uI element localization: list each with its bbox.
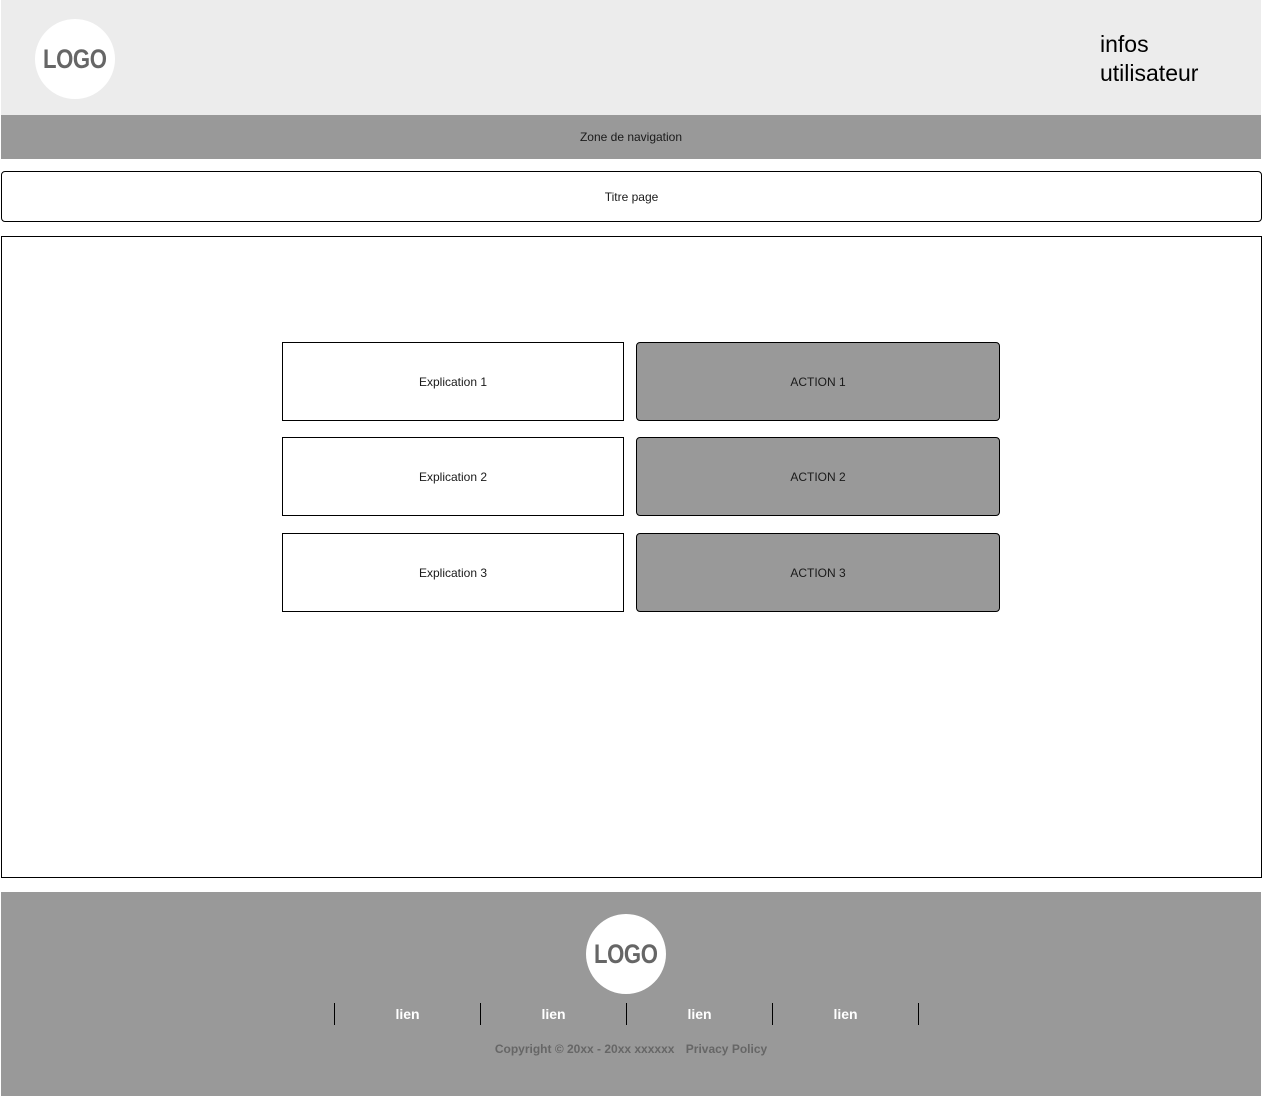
explanation-box-3: Explication 3 bbox=[282, 533, 624, 612]
page-title-box: Titre page bbox=[1, 171, 1262, 222]
navigation-label: Zone de navigation bbox=[579, 130, 683, 144]
user-info[interactable]: infos utilisateur bbox=[1100, 30, 1250, 88]
explanation-label: Explication 2 bbox=[418, 469, 488, 484]
link-separator bbox=[918, 1003, 919, 1025]
explanation-label: Explication 3 bbox=[418, 565, 488, 580]
main-content: Explication 1 ACTION 1 Explication 2 ACT… bbox=[1, 236, 1262, 878]
footer-logo-text: LOGO bbox=[594, 938, 658, 969]
footer-links: lien lien lien lien bbox=[334, 1003, 919, 1025]
header: LOGO infos utilisateur bbox=[1, 0, 1261, 115]
action-label: ACTION 1 bbox=[790, 374, 846, 389]
page-title: Titre page bbox=[604, 189, 659, 204]
explanation-box-2: Explication 2 bbox=[282, 437, 624, 516]
footer-link[interactable]: lien bbox=[334, 1003, 480, 1025]
header-logo[interactable]: LOGO bbox=[35, 19, 115, 99]
footer-logo[interactable]: LOGO bbox=[586, 914, 666, 994]
copyright-line: Copyright © 20xx - 20xx xxxxxx Privacy P… bbox=[1, 1042, 1261, 1056]
action-label: ACTION 2 bbox=[790, 469, 846, 484]
action-button-3[interactable]: ACTION 3 bbox=[636, 533, 1000, 612]
navigation-zone[interactable]: Zone de navigation bbox=[1, 115, 1261, 159]
footer: LOGO lien lien lien lien Copyright © 20x… bbox=[1, 892, 1261, 1096]
header-logo-text: LOGO bbox=[43, 43, 107, 74]
page: LOGO infos utilisateur Zone de navigatio… bbox=[0, 0, 1262, 1096]
copyright-text: Copyright © 20xx - 20xx xxxxxx bbox=[494, 1042, 675, 1056]
footer-link[interactable]: lien bbox=[626, 1003, 772, 1025]
footer-link[interactable]: lien bbox=[772, 1003, 918, 1025]
explanation-box-1: Explication 1 bbox=[282, 342, 624, 421]
privacy-policy-link[interactable]: Privacy Policy bbox=[686, 1042, 767, 1056]
action-label: ACTION 3 bbox=[790, 565, 846, 580]
explanation-label: Explication 1 bbox=[418, 374, 488, 389]
action-button-2[interactable]: ACTION 2 bbox=[636, 437, 1000, 516]
footer-link[interactable]: lien bbox=[480, 1003, 626, 1025]
action-button-1[interactable]: ACTION 1 bbox=[636, 342, 1000, 421]
